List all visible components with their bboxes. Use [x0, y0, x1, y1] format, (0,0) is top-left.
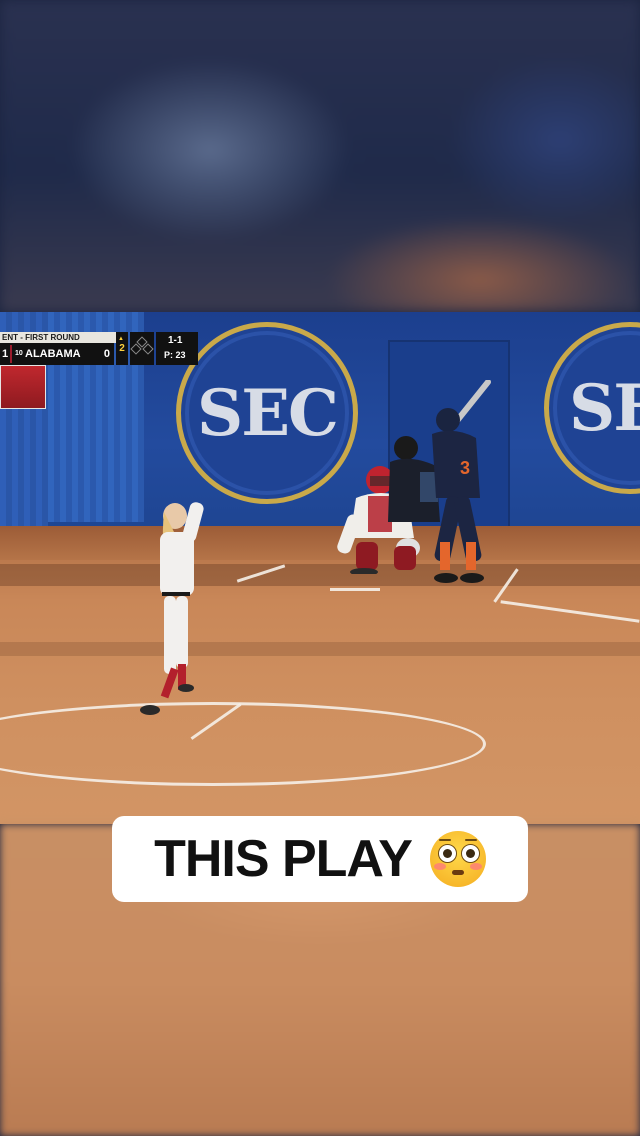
blurred-background-top — [0, 0, 640, 312]
video-frame[interactable]: SEC SE 3 ENT - FIRST ROUND 1 10 ALABAMA … — [0, 312, 640, 824]
caption-sticker: THIS PLAY — [112, 816, 528, 902]
shadow — [0, 564, 640, 586]
batter: 3 — [432, 380, 491, 583]
team-color-divider — [10, 345, 12, 363]
caption-text: THIS PLAY — [154, 830, 413, 888]
bases-diamond — [130, 332, 154, 365]
network-bug-box — [0, 365, 46, 409]
scorebug: ENT - FIRST ROUND 1 10 ALABAMA 0 ▲ 2 1-1… — [0, 332, 198, 409]
flushed-face-emoji-icon — [429, 831, 486, 887]
shadow — [0, 642, 640, 656]
pitch-count: P: 23 — [164, 350, 186, 360]
opponent-score: 1 — [2, 348, 9, 360]
team-score-row: 1 10 ALABAMA 0 — [0, 343, 114, 365]
pitch-count-box: 1-1 P: 23 — [156, 332, 198, 365]
inning-indicator: ▲ 2 — [116, 332, 128, 365]
sec-logo: SEC — [176, 322, 358, 504]
ball-strike-count: 1-1 — [168, 335, 183, 346]
inning-arrow-icon: ▲ — [118, 336, 124, 342]
team-rank: 10 — [15, 350, 23, 357]
sec-logo-partial: SE — [544, 322, 640, 494]
pitcher — [140, 502, 204, 715]
warning-track — [0, 526, 640, 560]
team-name: ALABAMA — [25, 348, 81, 360]
tournament-round-label: ENT - FIRST ROUND — [0, 332, 116, 343]
svg-text:3: 3 — [460, 458, 470, 478]
team-score: 0 — [103, 348, 110, 360]
home-plate-line — [330, 588, 380, 591]
